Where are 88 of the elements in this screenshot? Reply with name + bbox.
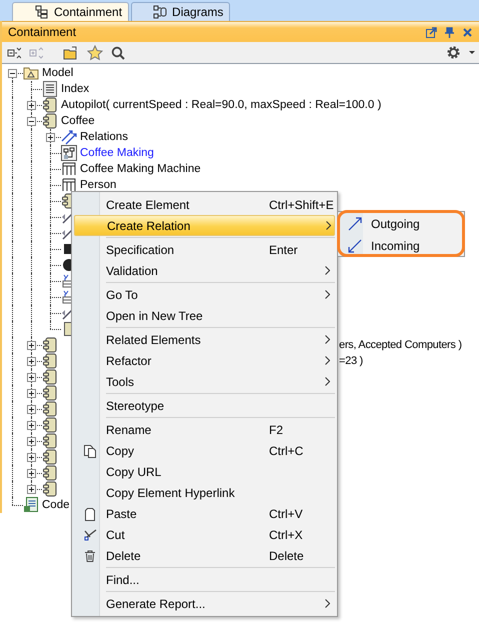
component-icon [42, 369, 58, 385]
expand-toggle[interactable] [8, 68, 17, 78]
component-icon [42, 337, 58, 353]
expand-toggle[interactable] [27, 388, 36, 398]
expand-toggle[interactable] [46, 132, 55, 142]
panel-title: Containment [8, 25, 78, 39]
shortcut-text: Ctrl+V [269, 506, 303, 520]
menu-item[interactable]: Delete Delete [74, 545, 335, 566]
tree-item-text: ers, Accepted Computers ) [339, 339, 462, 351]
tree-item[interactable]: Coffee Making Machine [80, 163, 201, 175]
component-icon [42, 353, 58, 369]
tree-item[interactable]: Autopilot( currentSpeed : Real=90.0, maxSpeed : Real=100.0 ) [61, 99, 382, 111]
arrow-icon [348, 239, 362, 253]
diagram-icon [153, 5, 168, 19]
menu-item[interactable]: Find... [74, 569, 335, 590]
trash-icon [83, 548, 97, 562]
menu-item[interactable]: Rename F2 [74, 419, 335, 440]
document-icon [42, 81, 58, 97]
component-icon [42, 113, 58, 129]
menu-item[interactable]: Outgoing [338, 213, 464, 235]
menu-item[interactable]: Create Element Ctrl+Shift+E [74, 194, 335, 215]
component-icon [42, 433, 58, 449]
expand-toggle[interactable] [27, 356, 36, 366]
component-icon [42, 481, 58, 497]
expand-toggle[interactable] [27, 116, 36, 126]
expand-toggle[interactable] [27, 100, 36, 110]
tree-item[interactable]: Person [80, 179, 116, 191]
shortcut-text: Ctrl+Shift+E [269, 198, 334, 212]
component-icon [42, 417, 58, 433]
menu-item[interactable]: Cut Ctrl+X [74, 524, 335, 545]
tree-icon [35, 5, 49, 19]
folder-icon [23, 65, 39, 81]
menu-item[interactable]: Copy URL [74, 461, 335, 482]
detach-icon[interactable] [426, 26, 437, 38]
menu-item[interactable]: Related Elements [74, 329, 335, 350]
menu-item[interactable]: Copy Element Hyperlink [74, 482, 335, 503]
scissors-icon [83, 528, 97, 542]
folder-icon[interactable] [63, 46, 79, 60]
expand-toggle[interactable] [27, 484, 36, 494]
expand-toggle[interactable] [27, 372, 36, 382]
menu-item[interactable]: Refactor [74, 350, 335, 371]
menu-item[interactable]: Go To [74, 284, 335, 305]
tree-item-text: =23 ) [339, 355, 363, 367]
search-icon[interactable] [111, 46, 125, 60]
component-icon [42, 385, 58, 401]
menu-item[interactable]: Paste Ctrl+V [74, 503, 335, 524]
component-icon [42, 401, 58, 417]
tree-item[interactable]: Model [42, 67, 74, 79]
menu-item[interactable]: Stereotype [74, 395, 335, 416]
menu-item[interactable]: Validation [74, 260, 335, 281]
menu-item[interactable]: Incoming [338, 235, 464, 257]
expand-toggle[interactable] [27, 452, 36, 462]
menu-item[interactable]: Generate Report... [74, 593, 335, 614]
arrow-icon [348, 217, 362, 231]
shortcut-text: F2 [269, 422, 284, 436]
menu-item[interactable]: Open in New Tree [74, 305, 335, 326]
tree-item[interactable]: Code [42, 499, 70, 511]
component-icon [42, 465, 58, 481]
code-file-icon [23, 497, 39, 513]
shortcut-text: Ctrl+X [269, 528, 303, 542]
expand-toggle[interactable] [27, 404, 36, 414]
tree-item[interactable]: Coffee Making [80, 147, 154, 159]
shortcut-text: Ctrl+C [269, 444, 304, 458]
expand-toggle[interactable] [27, 420, 36, 430]
star-icon[interactable] [87, 44, 103, 60]
collapse-icon[interactable] [7, 46, 21, 60]
pin-icon[interactable] [444, 26, 455, 38]
component-icon [42, 449, 58, 465]
tree-item[interactable]: Index [61, 83, 90, 95]
expand-toggle[interactable] [27, 340, 36, 350]
component-icon [42, 97, 58, 113]
copy-icon [83, 444, 97, 458]
tree-item[interactable]: Coffee [61, 115, 95, 127]
menu-item[interactable]: Create Relation [74, 215, 335, 236]
menu-item[interactable]: Specification Enter [74, 239, 335, 260]
panel-tab[interactable]: Diagrams [131, 2, 230, 21]
shortcut-text: Enter [269, 242, 298, 256]
panel-tab[interactable]: Containment [12, 2, 130, 21]
settings-icon[interactable] [446, 45, 461, 60]
expand-toggle[interactable] [27, 468, 36, 478]
clipboard-icon [83, 506, 97, 520]
expand-toggle[interactable] [27, 436, 36, 446]
menu-item[interactable]: Tools [74, 371, 335, 392]
menu-item[interactable]: Copy Ctrl+C [74, 440, 335, 461]
tree-item[interactable]: Relations [80, 131, 128, 143]
caret-icon[interactable] [469, 50, 475, 54]
close-icon[interactable] [462, 26, 473, 38]
shortcut-text: Delete [269, 548, 304, 562]
